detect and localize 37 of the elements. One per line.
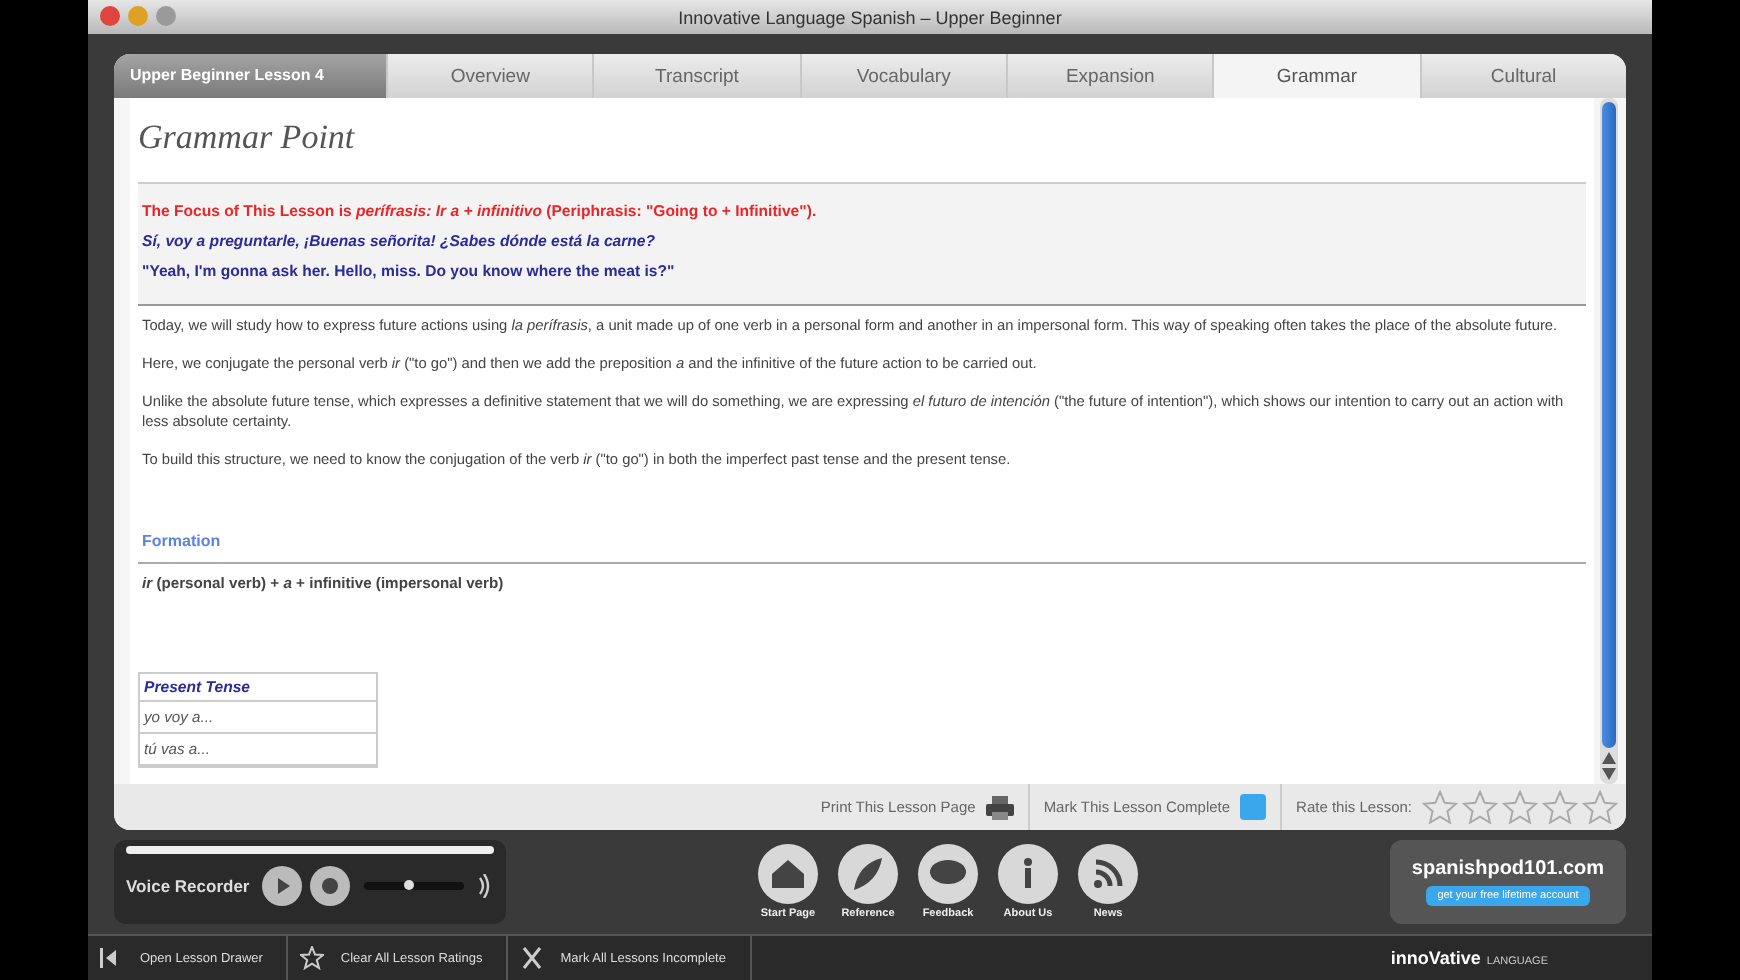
printer-icon[interactable] bbox=[985, 795, 1014, 819]
star-icon[interactable] bbox=[1542, 790, 1578, 824]
stop-button[interactable] bbox=[309, 866, 350, 906]
scroll-up-icon[interactable] bbox=[1602, 752, 1616, 764]
tab[interactable]: Vocabulary bbox=[799, 54, 1006, 98]
star-rating[interactable] bbox=[1422, 790, 1618, 824]
complete-checkbox[interactable] bbox=[1240, 794, 1267, 820]
house-icon[interactable] bbox=[758, 844, 818, 904]
recorder-label: Voice Recorder bbox=[126, 876, 250, 896]
play-button[interactable] bbox=[261, 866, 302, 906]
close-button[interactable] bbox=[100, 6, 120, 26]
site-name: spanishpod101.com bbox=[1411, 858, 1605, 880]
star-icon[interactable] bbox=[1422, 790, 1458, 824]
page-title: Grammar Point bbox=[138, 116, 357, 160]
tab[interactable]: Overview bbox=[386, 54, 593, 98]
tab[interactable]: Expansion bbox=[1005, 54, 1213, 98]
tab[interactable]: Grammar bbox=[1212, 54, 1420, 98]
slider-thumb[interactable] bbox=[404, 880, 415, 890]
window-title: Innovative Language Spanish – Upper Beginner bbox=[678, 7, 1062, 27]
scroll-down-icon[interactable] bbox=[1602, 768, 1616, 780]
section-heading: Formation bbox=[138, 491, 1586, 564]
rss-icon[interactable] bbox=[1078, 844, 1138, 904]
feather-icon[interactable] bbox=[838, 844, 898, 904]
tab[interactable]: Transcript bbox=[592, 54, 800, 98]
star-icon[interactable] bbox=[1582, 790, 1618, 824]
speaker-waves-icon bbox=[477, 874, 490, 898]
star-icon[interactable] bbox=[1462, 790, 1498, 824]
speech-bubble-icon[interactable] bbox=[918, 844, 978, 904]
maker-logo: innoVative bbox=[1390, 948, 1481, 968]
lesson-label: Upper Beginner Lesson 4 bbox=[114, 54, 386, 98]
tab[interactable]: Cultural bbox=[1419, 54, 1626, 98]
scroll-thumb[interactable] bbox=[1602, 102, 1616, 748]
star-icon[interactable] bbox=[300, 946, 325, 970]
cross-icon[interactable] bbox=[520, 946, 545, 970]
info-icon[interactable] bbox=[998, 844, 1058, 904]
star-icon[interactable] bbox=[1502, 790, 1538, 824]
scrollbar[interactable] bbox=[1600, 98, 1618, 784]
